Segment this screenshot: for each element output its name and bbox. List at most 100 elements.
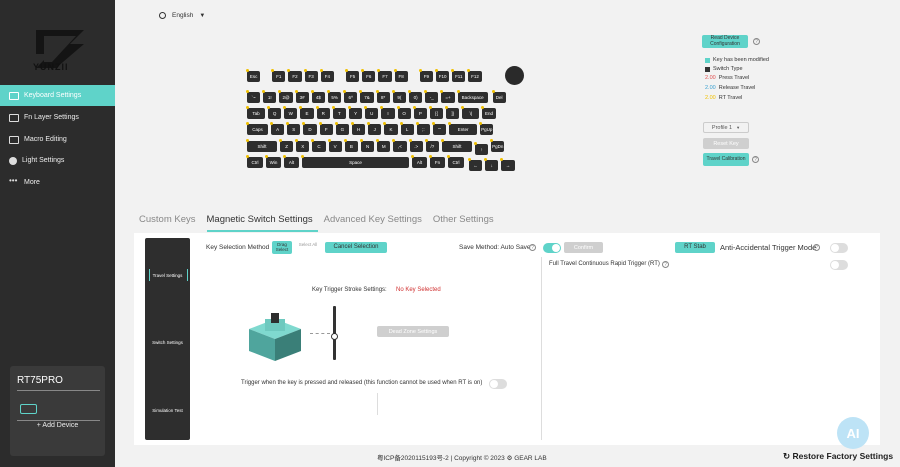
keycap[interactable]: Win bbox=[265, 155, 281, 168]
help-icon[interactable]: ? bbox=[813, 244, 820, 251]
keycap[interactable]: F10 bbox=[435, 69, 450, 82]
help-icon[interactable]: ? bbox=[662, 261, 669, 268]
keycap[interactable]: End bbox=[481, 106, 496, 119]
keycap[interactable]: Y bbox=[348, 106, 363, 119]
reset-key-button[interactable]: Reset Key bbox=[703, 138, 749, 149]
keycap[interactable]: T bbox=[331, 106, 346, 119]
full-travel-rt-toggle[interactable] bbox=[830, 260, 848, 270]
keycap[interactable]: D bbox=[302, 122, 317, 135]
keycap[interactable]: F7 bbox=[377, 69, 392, 82]
travel-calibration-button[interactable]: Travel Calibration bbox=[703, 153, 749, 166]
keycap[interactable]: Ctrl bbox=[246, 155, 263, 168]
cancel-selection-button[interactable]: Cancel Selection bbox=[325, 242, 387, 253]
keycap[interactable]: F11 bbox=[451, 69, 466, 82]
sidebar-item-fn-layer-settings[interactable]: Fn Layer Settings bbox=[0, 107, 115, 128]
anti-accidental-trigger-toggle[interactable] bbox=[830, 243, 848, 253]
keycap[interactable]: Alt bbox=[411, 155, 427, 168]
keycap[interactable]: → bbox=[500, 158, 515, 171]
keycap[interactable]: F bbox=[318, 122, 333, 135]
keycap[interactable]: F3 bbox=[303, 69, 318, 82]
keycap[interactable]: -_ bbox=[424, 90, 439, 103]
sidebar-item-keyboard-settings[interactable]: Keyboard Settings bbox=[0, 85, 115, 106]
vtab-simulation-test[interactable]: Simulation Test bbox=[145, 408, 190, 413]
keycap[interactable]: ,< bbox=[392, 139, 407, 152]
rt-stab-button[interactable]: RT Stab bbox=[675, 242, 715, 253]
keycap[interactable]: R bbox=[315, 106, 330, 119]
sidebar-item-more[interactable]: ••• More bbox=[0, 172, 115, 193]
keycap[interactable]: Q bbox=[267, 106, 282, 119]
keycap[interactable]: B bbox=[343, 139, 358, 152]
profile-select[interactable]: Profile 1 ▼ bbox=[703, 122, 749, 133]
keycap[interactable]: 9( bbox=[391, 90, 406, 103]
keycap[interactable]: Space bbox=[301, 155, 409, 168]
keycap[interactable]: \| bbox=[461, 106, 480, 119]
keycap[interactable]: Shift bbox=[246, 139, 277, 152]
keycap[interactable]: Enter bbox=[448, 122, 478, 135]
dead-zone-settings-button[interactable]: Dead Zone Settings bbox=[377, 326, 449, 337]
keycap[interactable]: U bbox=[364, 106, 379, 119]
auto-save-toggle[interactable] bbox=[543, 243, 561, 253]
add-device-button[interactable]: + Add Device bbox=[10, 422, 105, 429]
keycap[interactable]: G bbox=[334, 122, 349, 135]
keycap[interactable]: C bbox=[311, 139, 326, 152]
restore-factory-settings-button[interactable]: ↻ Restore Factory Settings bbox=[783, 451, 893, 462]
keycap[interactable]: P bbox=[412, 106, 427, 119]
keycap[interactable]: ← bbox=[468, 158, 483, 171]
tab-other-settings[interactable]: Other Settings bbox=[433, 214, 499, 232]
keycap[interactable]: 2@ bbox=[278, 90, 293, 103]
keycap[interactable]: [{ bbox=[429, 106, 444, 119]
keycap[interactable]: J bbox=[367, 122, 382, 135]
keycap[interactable]: E bbox=[299, 106, 314, 119]
keycap[interactable]: F12 bbox=[467, 69, 482, 82]
rotary-knob[interactable] bbox=[505, 66, 524, 85]
travel-slider-handle[interactable] bbox=[331, 333, 338, 340]
vtab-switch-settings[interactable]: Switch Settings bbox=[145, 340, 190, 345]
select-all-button[interactable]: Select All bbox=[298, 241, 318, 254]
read-device-configuration-button[interactable]: Read Device Configuration bbox=[702, 35, 748, 48]
keycap[interactable]: A bbox=[270, 122, 285, 135]
keycap[interactable]: Caps bbox=[246, 122, 268, 135]
keycap[interactable]: O bbox=[396, 106, 411, 119]
tab-custom-keys[interactable]: Custom Keys bbox=[139, 214, 201, 232]
keycap[interactable]: Alt bbox=[283, 155, 299, 168]
keycap[interactable]: 7& bbox=[359, 90, 374, 103]
keycap[interactable]: ;: bbox=[415, 122, 430, 135]
ai-assistant-button[interactable]: AI bbox=[837, 417, 869, 449]
sidebar-item-macro-editing[interactable]: Macro Editing bbox=[0, 129, 115, 150]
tab-magnetic-switch-settings[interactable]: Magnetic Switch Settings bbox=[206, 214, 318, 232]
keycap[interactable]: 8* bbox=[375, 90, 390, 103]
keycap[interactable]: Shift bbox=[441, 139, 472, 152]
help-icon[interactable]: ? bbox=[752, 156, 759, 163]
tab-advanced-key-settings[interactable]: Advanced Key Settings bbox=[324, 214, 427, 232]
keycap[interactable]: I bbox=[380, 106, 395, 119]
keycap[interactable]: F6 bbox=[361, 69, 376, 82]
keycap[interactable]: 5% bbox=[327, 90, 342, 103]
keycap[interactable]: 6^ bbox=[343, 90, 358, 103]
keycap[interactable]: F4 bbox=[319, 69, 334, 82]
keycap[interactable]: M bbox=[376, 139, 391, 152]
device-keyboard-icon[interactable] bbox=[20, 404, 37, 414]
keycap[interactable]: ↑ bbox=[474, 142, 489, 155]
help-icon[interactable]: ? bbox=[753, 38, 760, 45]
keycap[interactable]: Ctrl bbox=[447, 155, 464, 168]
keycap[interactable]: Esc bbox=[246, 69, 261, 82]
keycap[interactable]: S bbox=[286, 122, 301, 135]
language-selector[interactable]: English ▼ bbox=[159, 12, 205, 19]
keycap[interactable]: F1 bbox=[271, 69, 286, 82]
keycap[interactable]: V bbox=[327, 139, 342, 152]
keycap[interactable]: 4$ bbox=[310, 90, 325, 103]
keycap[interactable]: `~ bbox=[246, 90, 261, 103]
keycap[interactable]: F9 bbox=[418, 69, 433, 82]
keycap[interactable]: F5 bbox=[345, 69, 360, 82]
keycap[interactable]: =+ bbox=[440, 90, 455, 103]
vtab-travel-settings[interactable]: Travel Settings bbox=[145, 269, 190, 281]
keycap[interactable]: Tab bbox=[246, 106, 265, 119]
drag-select-button[interactable]: Drag Select bbox=[272, 241, 292, 254]
keycap[interactable]: /? bbox=[424, 139, 439, 152]
keycap[interactable]: W bbox=[283, 106, 298, 119]
keycap[interactable]: H bbox=[351, 122, 366, 135]
keycap[interactable]: Del bbox=[491, 90, 506, 103]
keycap[interactable]: ↓ bbox=[484, 158, 499, 171]
keycap[interactable]: 3# bbox=[294, 90, 309, 103]
keycap[interactable]: 0) bbox=[408, 90, 423, 103]
